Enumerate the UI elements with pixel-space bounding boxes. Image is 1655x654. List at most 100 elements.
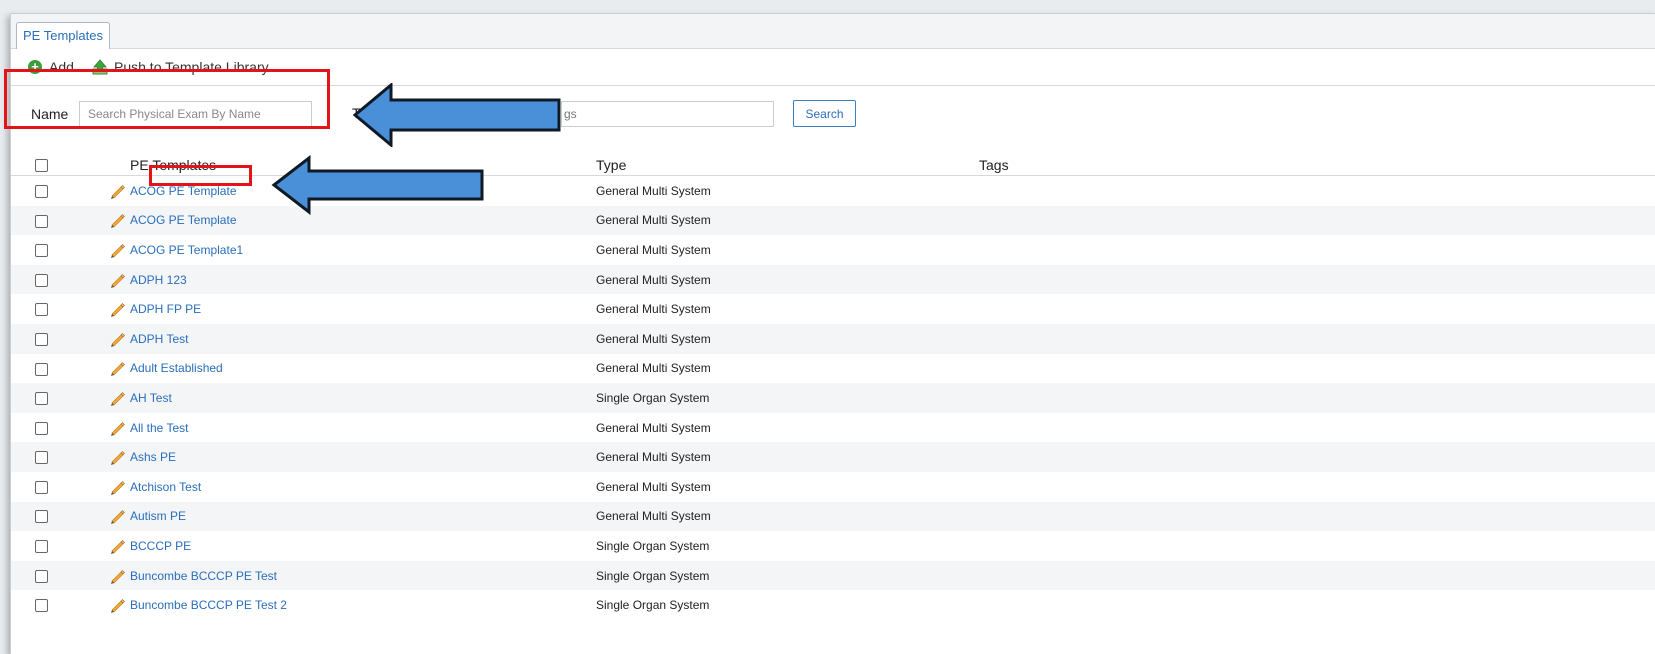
select-all-checkbox[interactable]	[35, 159, 48, 173]
template-type-cell: General Multi System	[596, 479, 711, 494]
pencil-icon[interactable]	[109, 568, 125, 584]
pencil-icon[interactable]	[109, 420, 125, 436]
templates-table: PE Templates Type Tags ACOG PE Template G…	[11, 154, 1655, 620]
row-checkbox-cell	[11, 442, 66, 472]
template-tags-cell	[979, 205, 1655, 236]
row-checkbox[interactable]	[35, 569, 48, 583]
tags-search-input[interactable]	[561, 101, 774, 127]
pencil-icon[interactable]	[109, 479, 125, 495]
row-checkbox-cell	[11, 205, 66, 236]
template-name-cell: ADPH Test	[66, 323, 596, 354]
table-row[interactable]: ACOG PE Template1 General Multi System	[11, 235, 1655, 265]
table-row[interactable]: AH Test Single Organ System	[11, 383, 1655, 413]
row-checkbox-cell	[11, 590, 66, 620]
pencil-icon[interactable]	[109, 212, 125, 229]
row-checkbox[interactable]	[35, 332, 48, 346]
table-row[interactable]: Buncombe BCCCP PE Test 2 Single Organ Sys…	[11, 590, 1655, 620]
row-checkbox[interactable]	[35, 362, 48, 376]
column-header-type[interactable]: Type	[596, 154, 979, 176]
row-checkbox[interactable]	[35, 303, 48, 317]
template-name-link[interactable]: Autism PE	[130, 509, 186, 523]
template-name-link[interactable]: ADPH 123	[130, 273, 187, 287]
table-row[interactable]: BCCCP PE Single Organ System	[11, 531, 1655, 561]
template-name-cell: ADPH FP PE	[66, 294, 596, 324]
table-row[interactable]: Buncombe BCCCP PE Test Single Organ Syste…	[11, 560, 1655, 591]
row-checkbox[interactable]	[35, 599, 48, 613]
table-row[interactable]: All the Test General Multi System	[11, 413, 1655, 443]
template-name-link[interactable]: ACOG PE Template	[130, 213, 237, 227]
pencil-icon[interactable]	[109, 597, 125, 614]
row-checkbox[interactable]	[35, 184, 48, 198]
table-row[interactable]: ADPH Test General Multi System	[11, 323, 1655, 354]
row-checkbox[interactable]	[35, 540, 48, 554]
template-type-cell: General Multi System	[596, 501, 979, 532]
pencil-icon[interactable]	[109, 301, 125, 318]
search-button[interactable]: Search	[793, 100, 856, 127]
name-search-input[interactable]	[79, 101, 312, 127]
column-header-tags[interactable]: Tags	[979, 154, 1655, 176]
pencil-icon[interactable]	[109, 272, 125, 288]
tab-pe-templates[interactable]: PE Templates	[16, 22, 110, 49]
template-tags-cell	[979, 413, 1655, 443]
template-name-link[interactable]: AH Test	[130, 391, 172, 405]
template-name-link[interactable]: ACOG PE Template	[130, 184, 237, 198]
pencil-icon[interactable]	[109, 508, 125, 525]
template-name-link[interactable]: Ashs PE	[130, 450, 176, 464]
row-checkbox[interactable]	[35, 510, 48, 524]
row-checkbox-cell	[11, 501, 66, 532]
template-name-link[interactable]: Buncombe BCCCP PE Test 2	[130, 598, 287, 612]
template-name-link[interactable]: ADPH Test	[130, 332, 188, 346]
template-tags-cell	[979, 323, 1655, 354]
table-row[interactable]: Adult Established General Multi System	[11, 354, 1655, 384]
template-name-link[interactable]: ADPH FP PE	[130, 302, 201, 316]
row-checkbox[interactable]	[35, 421, 48, 435]
template-name-link[interactable]: Atchison Test	[130, 480, 201, 494]
template-name-cell: ACOG PE Template	[66, 205, 596, 236]
row-checkbox[interactable]	[35, 244, 48, 258]
row-checkbox[interactable]	[35, 480, 48, 494]
template-name-link[interactable]: BCCCP PE	[130, 539, 191, 553]
pencil-icon[interactable]	[109, 183, 125, 199]
table-row[interactable]: Atchison Test General Multi System	[11, 472, 1655, 502]
toolbar: + Add Push to Template Library	[11, 49, 1655, 86]
template-type-cell: Single Organ System	[596, 560, 979, 591]
column-header-pe-templates[interactable]: PE Templates	[66, 154, 596, 176]
table-row[interactable]: Ashs PE General Multi System	[11, 442, 1655, 472]
template-name-link[interactable]: ACOG PE Template1	[130, 243, 243, 257]
template-tags-cell	[979, 235, 1655, 265]
pencil-icon[interactable]	[109, 538, 125, 554]
pencil-icon[interactable]	[109, 390, 125, 406]
push-label: Push to Template Library	[114, 59, 269, 75]
row-checkbox[interactable]	[35, 273, 48, 287]
template-name-link[interactable]: All the Test	[130, 421, 188, 435]
template-name-cell: ACOG PE Template	[66, 176, 596, 206]
table-header-row: PE Templates Type Tags	[11, 154, 1655, 176]
pe-templates-panel: PE Templates + Add Push to Template Libr…	[10, 13, 1655, 654]
table-row[interactable]: Autism PE General Multi System	[11, 501, 1655, 532]
row-checkbox-cell	[11, 472, 66, 502]
template-name-cell: Adult Established	[66, 354, 596, 384]
add-button[interactable]: + Add	[28, 57, 74, 77]
table-row[interactable]: ACOG PE Template General Multi System	[11, 176, 1655, 206]
template-name-cell: Buncombe BCCCP PE Test 2	[66, 590, 596, 620]
template-name-link[interactable]: Adult Established	[130, 361, 223, 375]
table-row[interactable]: ACOG PE Template General Multi System	[11, 205, 1655, 236]
template-type-cell: General Multi System	[596, 361, 711, 376]
template-type-cell: General Multi System	[596, 420, 711, 435]
template-tags-cell	[979, 354, 1655, 384]
row-checkbox[interactable]	[35, 392, 48, 406]
pencil-icon[interactable]	[109, 242, 125, 258]
pencil-icon[interactable]	[109, 331, 125, 347]
template-tags-cell	[979, 472, 1655, 502]
template-type-cell: Single Organ System	[596, 383, 979, 413]
row-checkbox-cell	[11, 413, 66, 443]
row-checkbox[interactable]	[35, 214, 48, 228]
template-type-cell: General Multi System	[596, 442, 979, 472]
push-to-template-library-button[interactable]: Push to Template Library	[92, 57, 269, 77]
row-checkbox[interactable]	[35, 451, 48, 465]
table-row[interactable]: ADPH FP PE General Multi System	[11, 294, 1655, 324]
pencil-icon[interactable]	[109, 360, 125, 377]
template-name-link[interactable]: Buncombe BCCCP PE Test	[130, 569, 277, 583]
table-row[interactable]: ADPH 123 General Multi System	[11, 264, 1655, 295]
pencil-icon[interactable]	[109, 449, 125, 466]
